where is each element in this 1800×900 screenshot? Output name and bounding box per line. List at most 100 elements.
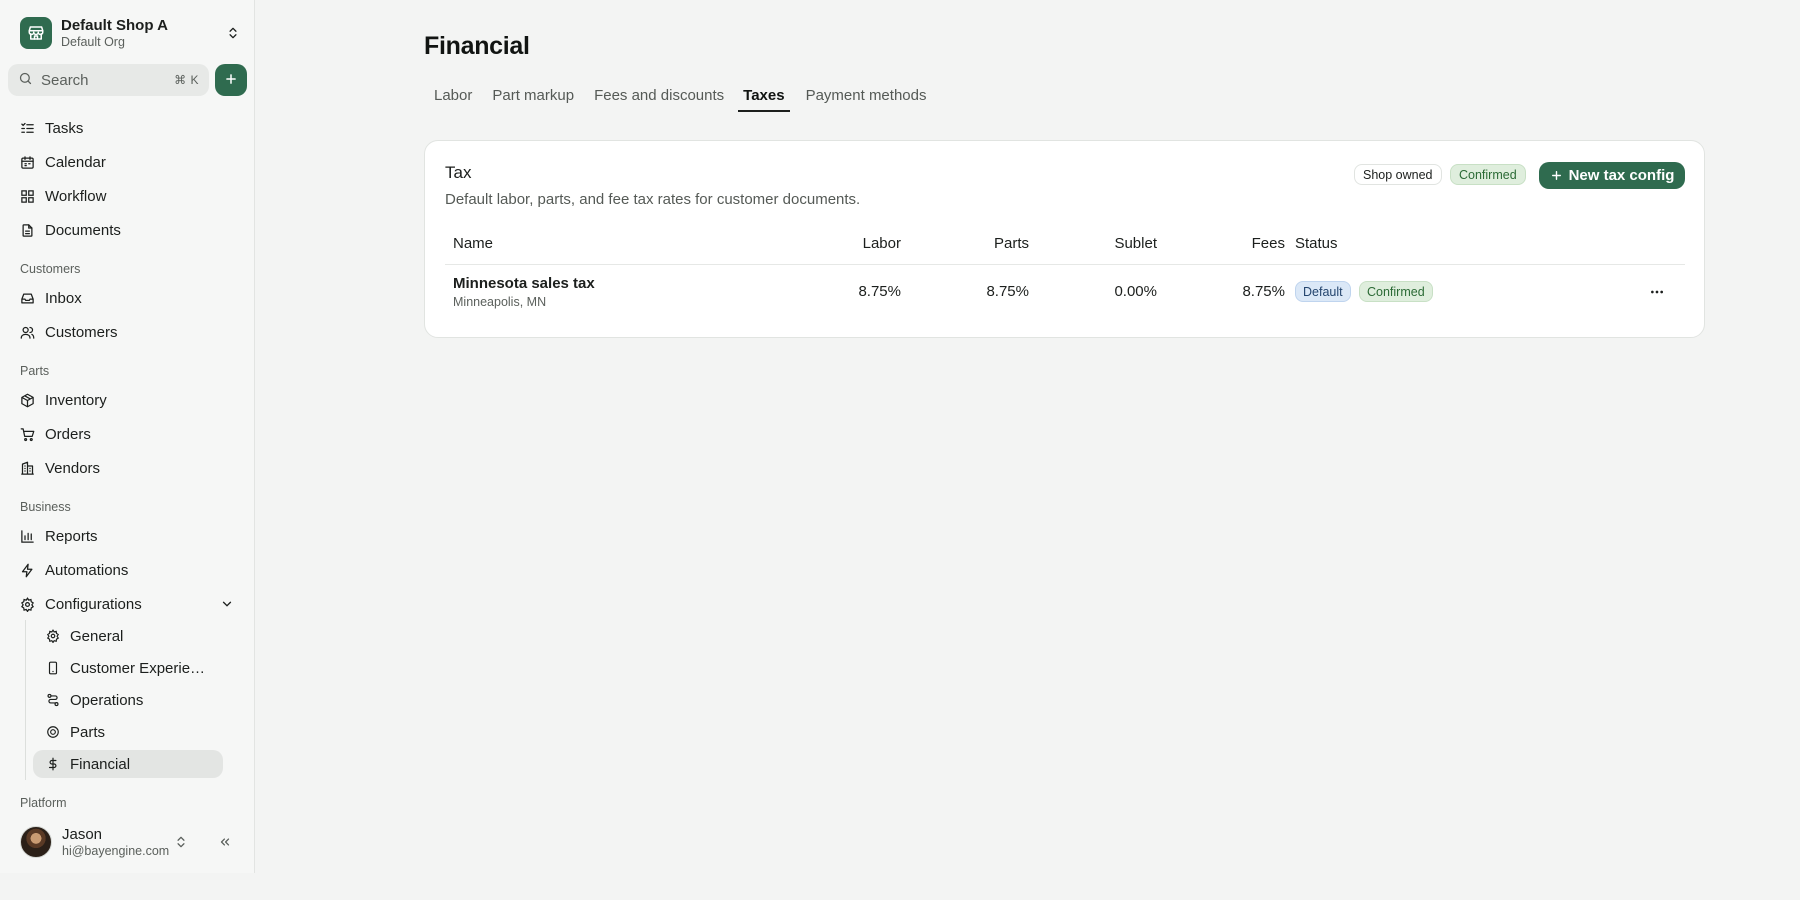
nav-item-label: Vendors — [45, 459, 101, 477]
nav-item-vendors[interactable]: Vendors — [12, 453, 242, 483]
shop-name: Default Shop A — [61, 16, 168, 34]
building-icon — [19, 460, 35, 476]
card-title: Tax — [445, 163, 472, 182]
nav-item-label: Tasks — [45, 119, 84, 137]
plus-icon — [1550, 169, 1563, 182]
nav-item-configurations[interactable]: Configurations — [12, 589, 242, 619]
chevrons-up-down-icon — [224, 24, 242, 42]
nav-item-inventory[interactable]: Inventory — [12, 385, 242, 415]
submenu-guide-line — [25, 620, 26, 780]
sublet-rate: 0.00% — [1114, 283, 1157, 300]
fees-rate: 8.75% — [1242, 283, 1285, 300]
status-badge: Confirmed — [1450, 164, 1526, 185]
search-input[interactable]: Search ⌘ K — [8, 64, 209, 96]
nav-item-documents[interactable]: Documents — [12, 215, 242, 245]
users-icon — [19, 324, 35, 340]
confirmed-badge: Confirmed — [1359, 281, 1433, 302]
page-title: Financial — [424, 32, 530, 60]
default-badge: Default — [1295, 281, 1351, 302]
section-label-customers: Customers — [20, 262, 81, 276]
search-shortcut: ⌘ K — [174, 73, 199, 87]
sub-item-label: Operations — [70, 691, 144, 709]
tab-payment-methods[interactable]: Payment methods — [796, 84, 937, 112]
bar-chart-icon — [19, 528, 35, 544]
sidebar: Default Shop A Default Org Search ⌘ K Ta… — [0, 0, 255, 873]
cart-icon — [19, 426, 35, 442]
tab-bar: Labor Part markup Fees and discounts Tax… — [424, 84, 936, 114]
nav-item-orders[interactable]: Orders — [12, 419, 242, 449]
column-header-labor: Labor — [862, 235, 901, 252]
sub-item-label: Parts — [70, 723, 106, 741]
section-label-platform: Platform — [20, 796, 67, 810]
nav-item-label: Customers — [45, 323, 118, 341]
nav-item-label: Documents — [45, 221, 121, 239]
tax-location: Minneapolis, MN — [453, 295, 547, 309]
nav-item-tasks[interactable]: Tasks — [12, 113, 242, 143]
lightning-icon — [19, 562, 35, 578]
section-label-business: Business — [20, 500, 71, 514]
tab-labor[interactable]: Labor — [424, 84, 482, 112]
tax-table: Name Labor Parts Sublet Fees Status Minn… — [445, 225, 1685, 320]
new-tax-config-button[interactable]: New tax config — [1539, 162, 1685, 189]
tab-part-markup[interactable]: Part markup — [482, 84, 584, 112]
nav-item-label: Reports — [45, 527, 98, 545]
nav-item-label: Orders — [45, 425, 91, 443]
nav-item-customers[interactable]: Customers — [12, 317, 242, 347]
nav-item-label: Automations — [45, 561, 129, 579]
collapse-sidebar-icon[interactable] — [218, 835, 234, 851]
shop-switcher[interactable]: Default Shop A Default Org — [20, 16, 242, 50]
inbox-icon — [19, 290, 35, 306]
user-email: hi@bayengine.com — [62, 843, 170, 858]
nav-item-workflow[interactable]: Workflow — [12, 181, 242, 211]
tire-icon — [45, 725, 60, 740]
sub-item-financial[interactable]: Financial — [33, 750, 223, 778]
owner-badge: Shop owned — [1354, 164, 1442, 185]
chevron-down-icon — [220, 597, 234, 611]
table-header: Name Labor Parts Sublet Fees Status — [445, 225, 1685, 265]
tab-fees-and-discounts[interactable]: Fees and discounts — [584, 84, 734, 112]
tab-taxes[interactable]: Taxes — [738, 84, 790, 112]
sub-item-parts[interactable]: Parts — [33, 718, 223, 746]
column-header-status: Status — [1295, 235, 1338, 252]
card-description: Default labor, parts, and fee tax rates … — [445, 191, 861, 208]
nav-item-label: Inbox — [45, 289, 82, 307]
calendar-icon — [19, 154, 35, 170]
nav-item-automations[interactable]: Automations — [12, 555, 242, 585]
document-icon — [19, 222, 35, 238]
nav-item-reports[interactable]: Reports — [12, 521, 242, 551]
tax-card: Tax Default labor, parts, and fee tax ra… — [424, 140, 1705, 338]
phone-icon — [45, 661, 60, 676]
create-new-button[interactable] — [215, 64, 247, 96]
labor-rate: 8.75% — [858, 283, 901, 300]
chevrons-up-down-icon[interactable] — [174, 835, 190, 851]
new-tax-config-label: New tax config — [1568, 167, 1675, 184]
column-header-name: Name — [453, 235, 494, 252]
dollar-icon — [45, 757, 60, 772]
store-icon — [20, 17, 52, 49]
workflow-icon — [19, 188, 35, 204]
search-icon — [18, 71, 33, 89]
table-row[interactable]: Minnesota sales tax Minneapolis, MN 8.75… — [445, 265, 1685, 320]
nav-item-calendar[interactable]: Calendar — [12, 147, 242, 177]
nav-item-inbox[interactable]: Inbox — [12, 283, 242, 313]
box-icon — [19, 392, 35, 408]
tasks-icon — [19, 120, 35, 136]
sub-item-customer-experience[interactable]: Customer Experience — [33, 654, 223, 682]
plus-icon — [224, 72, 238, 89]
gear-icon — [19, 596, 35, 612]
org-name: Default Org — [61, 34, 125, 49]
avatar — [20, 826, 52, 858]
parts-rate: 8.75% — [986, 283, 1029, 300]
user-menu[interactable]: Jason hi@bayengine.com — [20, 825, 245, 859]
column-header-sublet: Sublet — [1114, 235, 1157, 252]
section-label-parts: Parts — [20, 364, 50, 378]
gear-icon — [45, 629, 60, 644]
sub-item-operations[interactable]: Operations — [33, 686, 223, 714]
nav-item-label: Workflow — [45, 187, 107, 205]
sub-item-general[interactable]: General — [33, 622, 223, 650]
nav-item-label: Inventory — [45, 391, 107, 409]
nav-item-label: Configurations — [45, 595, 142, 613]
more-actions-icon[interactable] — [1646, 281, 1668, 303]
search-placeholder: Search — [41, 71, 89, 89]
sub-item-label: Financial — [70, 755, 131, 773]
